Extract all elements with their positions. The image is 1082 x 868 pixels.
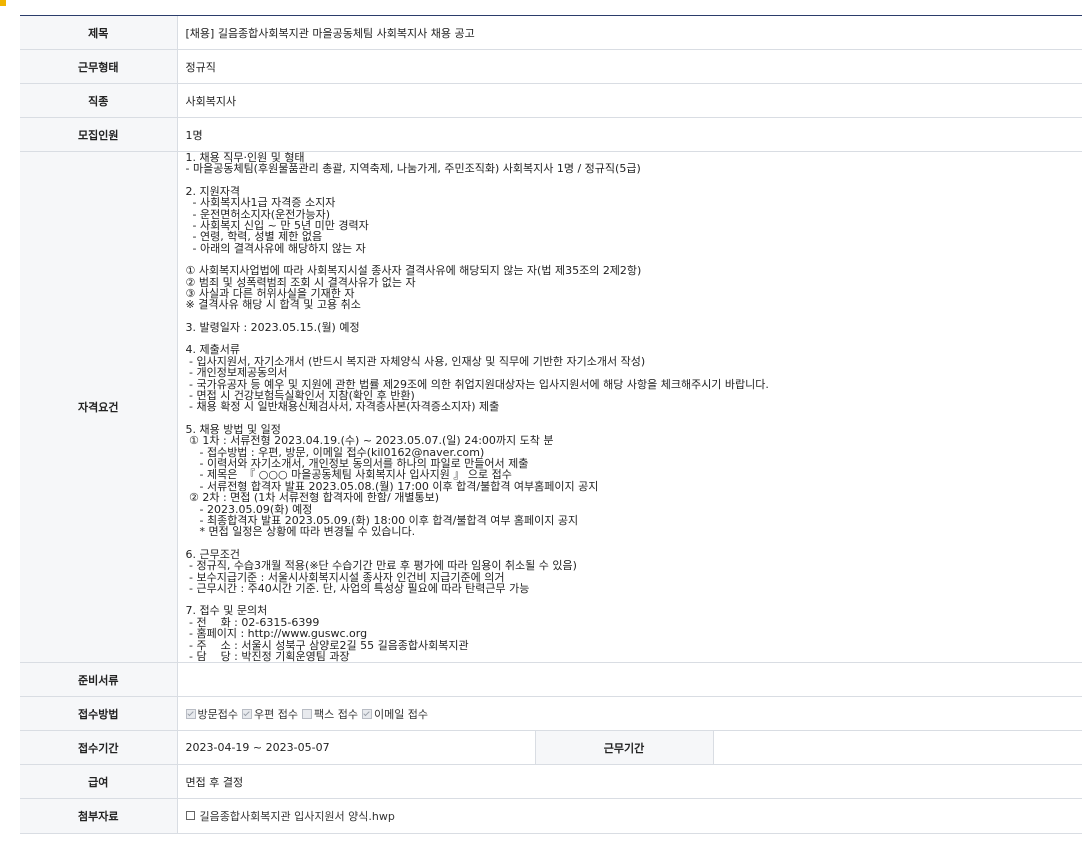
requirement-line: - 홈페이지 : http://www.guswc.org — [185, 627, 368, 641]
requirement-line: ① 사회복지사업법에 따라 사회복지시설 종사자 결격사유에 해당되지 않는 자… — [185, 264, 642, 278]
row-requirements: 자격요건 1. 채용 직무·인원 및 형태 - 마을공동체팀(후원물품관리 총괄,… — [20, 151, 1082, 664]
label-attachment: 첨부자료 — [20, 798, 178, 835]
requirement-line: - 채용 확정 시 일반채용신체검사서, 자격증사본(자격증소지자) 제출 — [185, 400, 500, 414]
apply-method-label: 이메일 접수 — [373, 707, 429, 721]
value-work-period — [713, 730, 1082, 766]
row-documents: 준비서류 — [20, 662, 1082, 698]
apply-method-label: 우편 접수 — [253, 707, 298, 721]
label-documents: 준비서류 — [20, 662, 178, 698]
checkbox-icon — [185, 708, 196, 719]
label-job-type: 직종 — [20, 83, 178, 118]
value-salary: 면접 후 결정 — [177, 764, 1082, 800]
job-posting-table: 제목 [채용] 길음종합사회복지관 마을공동체팀 사회복지사 채용 공고 근무형… — [20, 16, 1082, 835]
apply-method-options: 방문접수 우편 접수 팩스 접수 이메일 접수 — [177, 696, 1082, 732]
value-documents — [177, 662, 1082, 698]
requirement-line — [186, 175, 1082, 186]
value-title: [채용] 길음종합사회복지관 마을공동체팀 사회복지사 채용 공고 — [177, 16, 1082, 50]
requirement-line: * 면접 일정은 상황에 따라 변경될 수 있습니다. — [185, 525, 416, 539]
requirement-line: 4. 제출서류 — [185, 343, 240, 357]
row-title: 제목 [채용] 길음종합사회복지관 마을공동체팀 사회복지사 채용 공고 — [20, 16, 1082, 50]
label-requirements: 자격요건 — [20, 151, 178, 664]
requirement-line: 3. 발령일자 : 2023.05.15.(월) 예정 — [185, 320, 360, 334]
row-job-type: 직종 사회복지사 — [20, 83, 1082, 118]
attachment-cell: 길음종합사회복지관 입사지원서 양식.hwp — [177, 798, 1082, 835]
label-apply-method: 접수방법 — [20, 696, 178, 732]
label-headcount: 모집인원 — [20, 117, 178, 152]
requirement-line — [186, 413, 1082, 424]
requirement-line: - 사회복지사1급 자격증 소지자 — [185, 196, 336, 210]
requirement-line: ※ 결격사유 해당 시 합격 및 고용 취소 — [185, 298, 361, 312]
requirements-text: 1. 채용 직무·인원 및 형태 - 마을공동체팀(후원물품관리 총괄, 지역축제… — [177, 151, 1082, 664]
file-icon — [185, 811, 195, 821]
apply-method-option: 이메일 접수 — [361, 707, 429, 721]
requirement-line: 7. 접수 및 문의처 — [185, 604, 268, 618]
apply-method-label: 팩스 접수 — [313, 707, 358, 721]
checkbox-icon — [361, 708, 372, 719]
requirement-line: - 근무시간 : 주40시간 기준. 단, 사업의 특성상 필요에 따라 탄력근… — [185, 582, 530, 595]
row-salary: 급여 면접 후 결정 — [20, 764, 1082, 800]
checkbox-icon — [241, 708, 252, 719]
requirement-line — [186, 333, 1082, 344]
label-title: 제목 — [20, 16, 178, 50]
requirement-line: - 개인정보제공동의서 — [185, 366, 288, 380]
apply-method-label: 방문접수 — [197, 707, 238, 721]
row-headcount: 모집인원 1명 — [20, 117, 1082, 152]
requirement-line: - 아래의 결격사유에 해당하지 않는 자 — [185, 241, 366, 255]
attachment-link[interactable]: 길음종합사회복지관 입사지원서 양식.hwp — [200, 810, 395, 823]
row-period: 접수기간 2023-04-19 ~ 2023-05-07 근무기간 — [20, 730, 1082, 766]
requirement-line: - 마을공동체팀(후원물품관리 총괄, 지역축제, 나눔가게, 주민조직화) 사… — [185, 162, 641, 176]
row-work-type: 근무형태 정규직 — [20, 49, 1082, 84]
requirement-line: - 담 당 : 박진정 기획운영팀 과장 — [185, 650, 350, 664]
value-headcount: 1명 — [177, 117, 1082, 152]
value-period: 2023-04-19 ~ 2023-05-07 — [177, 730, 535, 766]
requirement-line: ① 1차 : 서류전형 2023.04.19.(수) ~ 2023.05.07.… — [185, 434, 554, 448]
value-work-type: 정규직 — [177, 49, 1082, 84]
requirement-line — [186, 594, 1082, 605]
apply-method-option: 팩스 접수 — [301, 707, 358, 721]
checkbox-icon — [301, 708, 312, 719]
label-salary: 급여 — [20, 764, 178, 800]
requirement-line: - 입사지원서, 자기소개서 (반드시 복지관 자체양식 사용, 인재상 및 직… — [185, 354, 646, 368]
label-work-period: 근무기간 — [534, 730, 714, 766]
corner-marker — [0, 0, 6, 6]
requirement-line: ② 2차 : 면접 (1차 서류전형 합격자에 한함/ 개별통보) — [185, 491, 439, 505]
requirement-line — [186, 538, 1082, 549]
label-period: 접수기간 — [20, 730, 178, 766]
label-work-type: 근무형태 — [20, 49, 178, 84]
apply-method-option: 방문접수 — [185, 707, 238, 721]
apply-method-option: 우편 접수 — [241, 707, 298, 721]
requirement-line: - 정규직, 수습3개월 적용(※단 수습기간 만료 후 평가에 따라 임용이 … — [185, 559, 577, 573]
value-job-type: 사회복지사 — [177, 83, 1082, 118]
row-attachment: 첨부자료 길음종합사회복지관 입사지원서 양식.hwp — [20, 798, 1082, 835]
row-apply-method: 접수방법 방문접수 우편 접수 팩스 접수 이메일 접수 — [20, 696, 1082, 732]
